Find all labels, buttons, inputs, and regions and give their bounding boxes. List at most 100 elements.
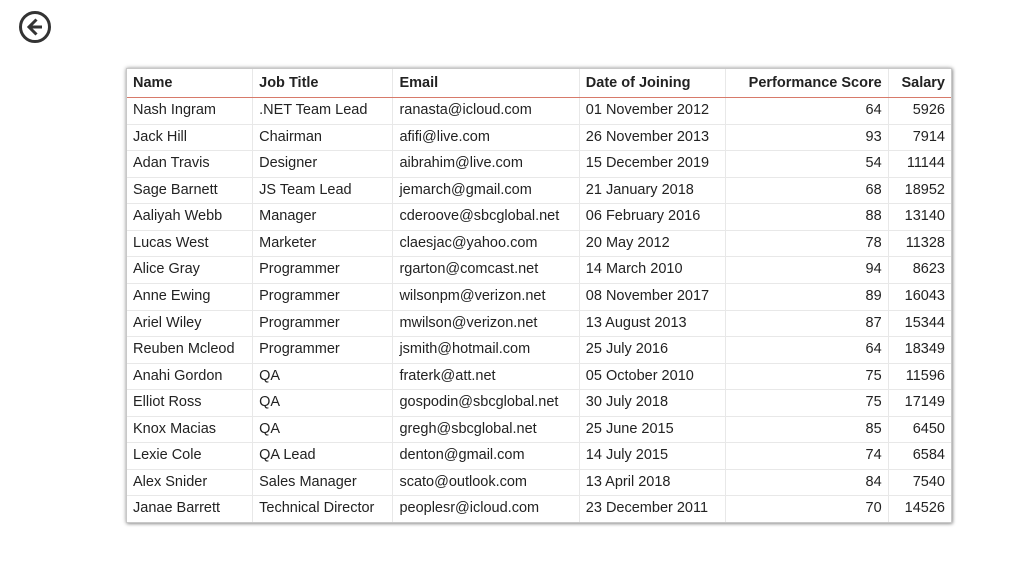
cell-salary: 11596 — [888, 363, 951, 390]
cell-name: Adan Travis — [127, 151, 253, 178]
table-row[interactable]: Lexie ColeQA Leaddenton@gmail.com14 July… — [127, 443, 951, 470]
cell-email: wilsonpm@verizon.net — [393, 283, 579, 310]
table-row[interactable]: Anahi GordonQAfraterk@att.net05 October … — [127, 363, 951, 390]
table-row[interactable]: Adan TravisDesigneraibrahim@live.com15 D… — [127, 151, 951, 178]
cell-doj: 25 July 2016 — [579, 337, 726, 364]
cell-perf: 64 — [726, 98, 888, 125]
header-email[interactable]: Email — [393, 69, 579, 98]
cell-doj: 14 March 2010 — [579, 257, 726, 284]
cell-email: claesjac@yahoo.com — [393, 230, 579, 257]
cell-name: Janae Barrett — [127, 496, 253, 522]
cell-perf: 75 — [726, 363, 888, 390]
cell-name: Anahi Gordon — [127, 363, 253, 390]
cell-email: aibrahim@live.com — [393, 151, 579, 178]
cell-doj: 13 April 2018 — [579, 469, 726, 496]
cell-doj: 25 June 2015 — [579, 416, 726, 443]
cell-perf: 88 — [726, 204, 888, 231]
cell-job: QA — [253, 363, 393, 390]
cell-name: Nash Ingram — [127, 98, 253, 125]
header-doj[interactable]: Date of Joining — [579, 69, 726, 98]
cell-email: jemarch@gmail.com — [393, 177, 579, 204]
cell-name: Elliot Ross — [127, 390, 253, 417]
cell-job: Manager — [253, 204, 393, 231]
table-row[interactable]: Elliot RossQAgospodin@sbcglobal.net30 Ju… — [127, 390, 951, 417]
table-row[interactable]: Alex SniderSales Managerscato@outlook.co… — [127, 469, 951, 496]
cell-name: Jack Hill — [127, 124, 253, 151]
table-row[interactable]: Aaliyah WebbManagercderoove@sbcglobal.ne… — [127, 204, 951, 231]
cell-name: Alice Gray — [127, 257, 253, 284]
cell-perf: 85 — [726, 416, 888, 443]
cell-doj: 14 July 2015 — [579, 443, 726, 470]
cell-email: gregh@sbcglobal.net — [393, 416, 579, 443]
cell-email: jsmith@hotmail.com — [393, 337, 579, 364]
cell-salary: 13140 — [888, 204, 951, 231]
cell-perf: 70 — [726, 496, 888, 522]
employee-table: Name Job Title Email Date of Joining Per… — [127, 69, 951, 522]
cell-job: Chairman — [253, 124, 393, 151]
cell-email: denton@gmail.com — [393, 443, 579, 470]
cell-salary: 5926 — [888, 98, 951, 125]
cell-email: rgarton@comcast.net — [393, 257, 579, 284]
data-table-container: Name Job Title Email Date of Joining Per… — [126, 68, 952, 523]
table-row[interactable]: Alice GrayProgrammerrgarton@comcast.net1… — [127, 257, 951, 284]
cell-email: peoplesr@icloud.com — [393, 496, 579, 522]
cell-job: Programmer — [253, 310, 393, 337]
back-arrow-icon — [18, 10, 52, 49]
cell-doj: 30 July 2018 — [579, 390, 726, 417]
cell-email: gospodin@sbcglobal.net — [393, 390, 579, 417]
cell-salary: 18952 — [888, 177, 951, 204]
cell-salary: 11144 — [888, 151, 951, 178]
cell-doj: 23 December 2011 — [579, 496, 726, 522]
cell-salary: 15344 — [888, 310, 951, 337]
cell-perf: 75 — [726, 390, 888, 417]
header-name[interactable]: Name — [127, 69, 253, 98]
cell-salary: 16043 — [888, 283, 951, 310]
cell-perf: 54 — [726, 151, 888, 178]
cell-perf: 78 — [726, 230, 888, 257]
cell-doj: 08 November 2017 — [579, 283, 726, 310]
cell-name: Ariel Wiley — [127, 310, 253, 337]
table-row[interactable]: Nash Ingram.NET Team Leadranasta@icloud.… — [127, 98, 951, 125]
cell-salary: 14526 — [888, 496, 951, 522]
table-header-row: Name Job Title Email Date of Joining Per… — [127, 69, 951, 98]
cell-job: QA Lead — [253, 443, 393, 470]
table-row[interactable]: Knox MaciasQAgregh@sbcglobal.net25 June … — [127, 416, 951, 443]
cell-email: afifi@live.com — [393, 124, 579, 151]
cell-perf: 93 — [726, 124, 888, 151]
table-row[interactable]: Ariel WileyProgrammermwilson@verizon.net… — [127, 310, 951, 337]
cell-salary: 6450 — [888, 416, 951, 443]
cell-name: Lexie Cole — [127, 443, 253, 470]
cell-salary: 8623 — [888, 257, 951, 284]
header-job[interactable]: Job Title — [253, 69, 393, 98]
cell-job: Technical Director — [253, 496, 393, 522]
table-row[interactable]: Jack HillChairmanafifi@live.com26 Novemb… — [127, 124, 951, 151]
cell-email: mwilson@verizon.net — [393, 310, 579, 337]
cell-perf: 87 — [726, 310, 888, 337]
cell-job: Sales Manager — [253, 469, 393, 496]
header-perf[interactable]: Performance Score — [726, 69, 888, 98]
header-salary[interactable]: Salary — [888, 69, 951, 98]
cell-doj: 05 October 2010 — [579, 363, 726, 390]
table-row[interactable]: Sage BarnettJS Team Leadjemarch@gmail.co… — [127, 177, 951, 204]
cell-salary: 7914 — [888, 124, 951, 151]
cell-job: Programmer — [253, 283, 393, 310]
cell-job: Marketer — [253, 230, 393, 257]
cell-doj: 06 February 2016 — [579, 204, 726, 231]
table-row[interactable]: Anne EwingProgrammerwilsonpm@verizon.net… — [127, 283, 951, 310]
cell-name: Reuben Mcleod — [127, 337, 253, 364]
cell-salary: 6584 — [888, 443, 951, 470]
cell-email: cderoove@sbcglobal.net — [393, 204, 579, 231]
table-row[interactable]: Reuben McleodProgrammerjsmith@hotmail.co… — [127, 337, 951, 364]
cell-doj: 15 December 2019 — [579, 151, 726, 178]
cell-name: Knox Macias — [127, 416, 253, 443]
cell-job: Programmer — [253, 257, 393, 284]
cell-salary: 11328 — [888, 230, 951, 257]
cell-perf: 68 — [726, 177, 888, 204]
table-row[interactable]: Janae BarrettTechnical Directorpeoplesr@… — [127, 496, 951, 522]
cell-perf: 64 — [726, 337, 888, 364]
cell-email: ranasta@icloud.com — [393, 98, 579, 125]
back-button[interactable] — [18, 12, 52, 46]
table-row[interactable]: Lucas WestMarketerclaesjac@yahoo.com20 M… — [127, 230, 951, 257]
cell-job: .NET Team Lead — [253, 98, 393, 125]
cell-email: fraterk@att.net — [393, 363, 579, 390]
